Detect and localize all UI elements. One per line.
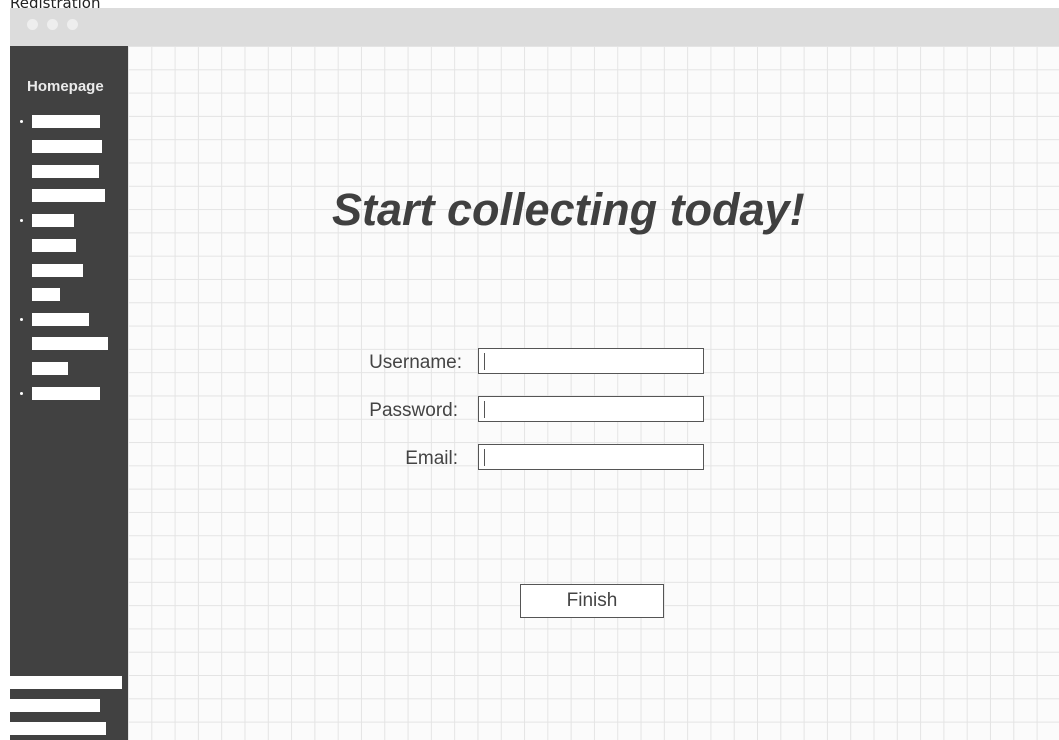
username-label: Username: — [369, 352, 462, 373]
text-caret — [484, 449, 485, 466]
window-close-dot[interactable] — [27, 19, 38, 30]
window-titlebar — [10, 8, 1059, 46]
bullet-icon — [20, 219, 23, 222]
password-input[interactable] — [478, 396, 704, 422]
finish-button[interactable]: Finish — [520, 584, 664, 618]
email-input[interactable] — [478, 444, 704, 470]
text-caret — [484, 401, 485, 418]
sidebar-item-9[interactable] — [32, 313, 89, 326]
sidebar-item-12[interactable] — [32, 387, 100, 400]
sidebar-item-5[interactable] — [32, 214, 74, 227]
sidebar-item-8[interactable] — [32, 288, 60, 301]
main-content: Start collecting today! Username: Passwo… — [128, 46, 1059, 740]
page-caption: Registration — [10, 0, 100, 8]
sidebar-item-7[interactable] — [32, 264, 83, 277]
sidebar-item-3[interactable] — [32, 165, 99, 178]
window-minimize-dot[interactable] — [47, 19, 58, 30]
sidebar-footer-item-3[interactable] — [10, 722, 106, 735]
username-input[interactable] — [478, 348, 704, 374]
sidebar-title[interactable]: Homepage — [27, 78, 104, 95]
password-label: Password: — [369, 400, 458, 421]
sidebar-item-4[interactable] — [32, 189, 105, 202]
sidebar-item-10[interactable] — [32, 337, 108, 350]
sidebar-item-6[interactable] — [32, 239, 76, 252]
sidebar-item-11[interactable] — [32, 362, 68, 375]
window-maximize-dot[interactable] — [67, 19, 78, 30]
page-title: Start collecting today! — [332, 184, 805, 235]
bullet-icon — [20, 318, 23, 321]
sidebar-item-1[interactable] — [32, 115, 100, 128]
sidebar-footer-item-2[interactable] — [10, 699, 100, 712]
text-caret — [484, 353, 485, 370]
bullet-icon — [20, 392, 23, 395]
email-label: Email: — [405, 448, 458, 469]
sidebar-footer-item-1[interactable] — [10, 676, 122, 689]
sidebar-item-2[interactable] — [32, 140, 102, 153]
browser-window: Homepage Start collecting today! Usernam… — [10, 8, 1059, 740]
sidebar: Homepage — [10, 46, 128, 740]
bullet-icon — [20, 120, 23, 123]
